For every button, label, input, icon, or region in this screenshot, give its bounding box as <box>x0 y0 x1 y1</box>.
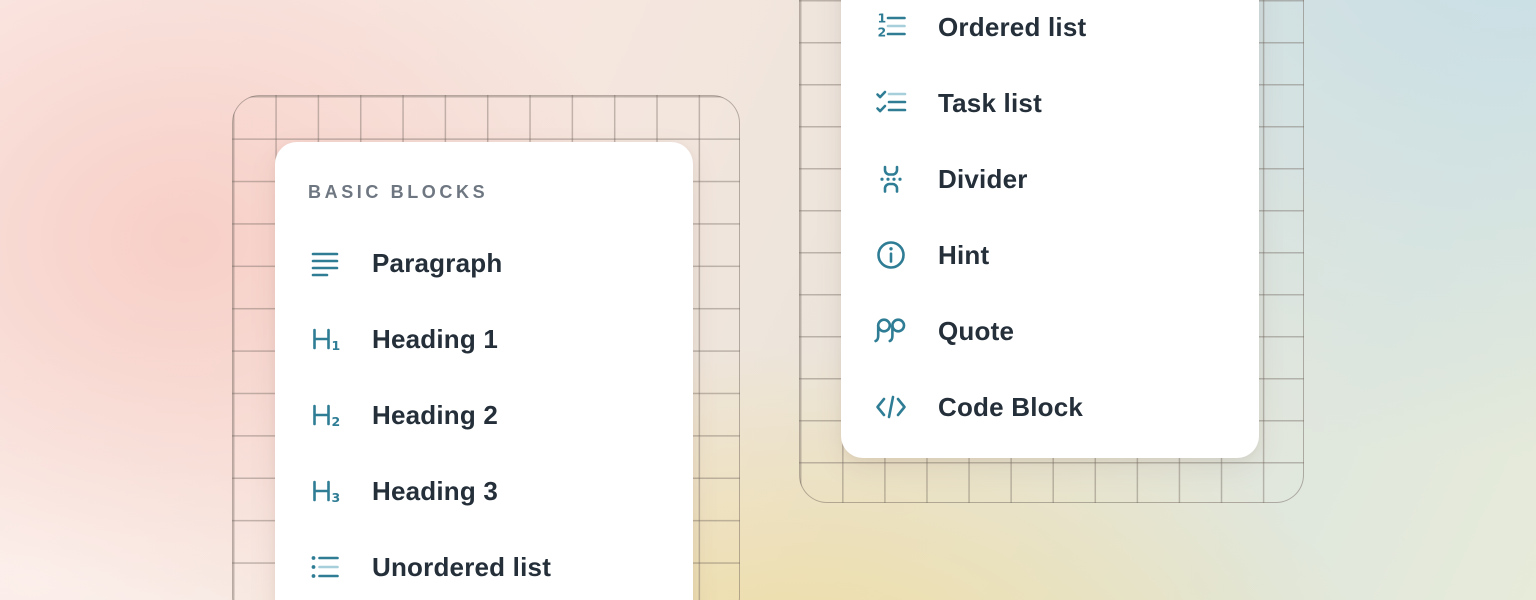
section-label: BASIC BLOCKS <box>308 172 693 212</box>
svg-text:3: 3 <box>332 490 341 505</box>
menu-item-label: Ordered list <box>938 12 1086 43</box>
task-list-icon <box>874 86 908 120</box>
menu-item-label: Paragraph <box>372 248 502 279</box>
paragraph-icon <box>308 246 342 280</box>
svg-text:1: 1 <box>332 338 341 353</box>
svg-text:1: 1 <box>878 11 887 26</box>
menu-item-paragraph[interactable]: Paragraph <box>275 225 693 301</box>
menu-item-label: Unordered list <box>372 552 551 583</box>
menu-item-divider[interactable]: Divider <box>841 141 1259 217</box>
menu-item-code-block[interactable]: Code Block <box>841 369 1259 445</box>
heading-2-icon: 2 <box>308 398 342 432</box>
menu-item-label: Heading 3 <box>372 476 498 507</box>
quote-icon <box>874 314 908 348</box>
unordered-list-icon <box>308 550 342 584</box>
menu-item-label: Code Block <box>938 392 1083 423</box>
menu-item-quote[interactable]: Quote <box>841 293 1259 369</box>
heading-1-icon: 1 <box>308 322 342 356</box>
block-menu-illustration: BASIC BLOCKS Paragraph 1 Heading 1 2 Heading… <box>0 0 1536 600</box>
hint-icon <box>874 238 908 272</box>
divider-icon <box>874 162 908 196</box>
basic-blocks-items: Paragraph 1 Heading 1 2 Heading 2 3 Heading 3 U… <box>275 225 693 600</box>
svg-text:2: 2 <box>878 25 887 40</box>
ordered-list-icon: 12 <box>874 10 908 44</box>
menu-item-heading-1[interactable]: 1 Heading 1 <box>275 301 693 377</box>
menu-item-label: Heading 2 <box>372 400 498 431</box>
menu-item-heading-3[interactable]: 3 Heading 3 <box>275 453 693 529</box>
more-blocks-menu: 12 Ordered list Task list Divider Hint Quote C… <box>841 0 1259 458</box>
menu-item-label: Quote <box>938 316 1014 347</box>
menu-item-task-list[interactable]: Task list <box>841 65 1259 141</box>
svg-text:2: 2 <box>332 414 341 429</box>
menu-item-unordered-list[interactable]: Unordered list <box>275 529 693 600</box>
code-block-icon <box>874 390 908 424</box>
more-blocks-items: 12 Ordered list Task list Divider Hint Quote C… <box>841 0 1259 445</box>
menu-item-hint[interactable]: Hint <box>841 217 1259 293</box>
heading-3-icon: 3 <box>308 474 342 508</box>
menu-item-label: Divider <box>938 164 1028 195</box>
menu-item-ordered-list[interactable]: 12 Ordered list <box>841 0 1259 65</box>
menu-item-heading-2[interactable]: 2 Heading 2 <box>275 377 693 453</box>
basic-blocks-menu: BASIC BLOCKS Paragraph 1 Heading 1 2 Heading… <box>275 142 693 600</box>
menu-item-label: Hint <box>938 240 989 271</box>
menu-item-label: Heading 1 <box>372 324 498 355</box>
menu-item-label: Task list <box>938 88 1042 119</box>
